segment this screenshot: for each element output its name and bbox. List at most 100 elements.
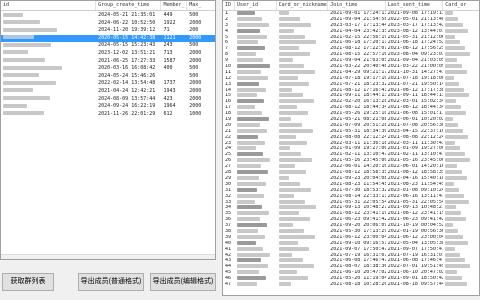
redacted-block <box>445 223 454 228</box>
redacted-block <box>278 69 315 74</box>
redacted-block <box>236 22 269 27</box>
table-cell: 1922 <box>163 19 176 26</box>
table-cell: 2021-08-18 09:57:44 <box>387 281 444 287</box>
table-row[interactable]: 2021-06-25 17:27:33 1587 2000 <box>1 58 215 66</box>
redacted-block <box>236 11 255 15</box>
col-join-time[interactable]: Join_time <box>328 1 386 10</box>
col-user-id[interactable]: User_id <box>235 1 277 10</box>
redacted-block <box>236 117 269 122</box>
table-row[interactable]: 2024-06-22 10:52:50 1922 2000 <box>1 20 215 28</box>
redacted-block <box>445 181 455 186</box>
group-list-body: 2024-05-21 21:35:01 449 500 2024-06-22 10:5… <box>1 11 215 259</box>
table-row[interactable]: 2021-04-24 12:42:21 1943 2000 <box>1 88 215 96</box>
redacted-block <box>278 181 300 186</box>
col-id[interactable]: id <box>1 1 97 10</box>
redacted-block <box>236 193 264 198</box>
get-group-list-button[interactable]: 获取群列表 <box>2 273 54 291</box>
redacted-block <box>278 193 294 198</box>
redacted-block <box>278 217 310 222</box>
col-max[interactable]: Max_ <box>187 1 215 10</box>
redacted-block <box>278 122 302 127</box>
table-cell: 1943 <box>163 87 176 94</box>
table-cell <box>1 35 96 43</box>
redacted-block <box>278 164 295 169</box>
redacted-block <box>278 152 301 157</box>
col-group-create-time[interactable]: Group_create_time <box>96 1 162 10</box>
table-cell: 612 <box>163 110 173 117</box>
redacted-block <box>236 223 267 228</box>
redacted-block <box>278 140 307 145</box>
member-list-header: ID User_id Card_or_nickname Join_time La… <box>223 1 479 11</box>
table-row[interactable]: 2020-03-16 16:08:42 400 500 <box>1 65 215 73</box>
redacted-block <box>445 276 463 281</box>
table-row[interactable]: 47 2021-08-18 10:28:26 2021-08-18 09:57:44 <box>223 281 479 288</box>
col-card-or-nickname[interactable]: Card_or_nickname <box>277 1 329 10</box>
table-cell: 2021-11-26 22:01:29 <box>98 110 156 117</box>
col-member[interactable]: Member_ <box>161 1 188 10</box>
table-row[interactable]: 2024-05-15 15:23:43 243 500 <box>1 42 215 50</box>
table-row[interactable]: 2024-08-09 13:57:44 423 2000 <box>1 96 215 104</box>
export-members-advanced-button[interactable]: 导出成员(编辑格式) <box>150 273 216 291</box>
redacted-block <box>236 264 268 269</box>
horizontal-scrollbar[interactable] <box>1 254 215 259</box>
table-row[interactable]: 2023-12-02 13:51:21 713 2000 <box>1 50 215 58</box>
redacted-block <box>278 75 298 80</box>
table-row[interactable]: 2022-02-14 13:54:48 1737 2000 <box>1 80 215 88</box>
redacted-block <box>445 252 461 257</box>
table-cell: 500 <box>189 42 199 49</box>
redacted-block <box>236 87 266 92</box>
redacted-block <box>236 205 262 210</box>
member-list-table[interactable]: ID User_id Card_or_nickname Join_time La… <box>222 0 480 296</box>
table-row[interactable]: 2024-05-21 21:35:01 449 500 <box>1 12 215 20</box>
redacted-block <box>236 152 263 157</box>
export-members-normal-button[interactable]: 导出成员(普通格式) <box>78 273 144 291</box>
table-cell <box>1 65 96 73</box>
redacted-block <box>236 122 260 127</box>
redacted-block <box>278 46 299 51</box>
redacted-block <box>445 122 459 127</box>
redacted-block <box>236 234 265 239</box>
table-row[interactable]: 2021-11-26 22:01:29 612 1000 <box>1 111 215 119</box>
table-cell <box>1 73 96 81</box>
redacted-block <box>445 211 462 216</box>
table-cell: 1737 <box>163 80 176 87</box>
redacted-block <box>236 164 261 169</box>
redacted-block <box>236 140 265 145</box>
table-row[interactable]: 2024-09-24 16:22:19 1964 2000 <box>1 103 215 111</box>
redacted-block <box>445 81 460 86</box>
redacted-block <box>278 252 292 257</box>
table-cell: 2024-09-24 16:22:19 <box>98 103 156 110</box>
group-list-table[interactable]: id Group_create_time Member_ Max_ 2024-0… <box>0 0 216 260</box>
redacted-block <box>445 146 461 151</box>
table-row[interactable]: 2024-11-20 19:39:12 71 200 <box>1 27 215 35</box>
redacted-block <box>445 158 471 163</box>
redacted-block <box>236 111 262 116</box>
redacted-block <box>278 234 315 239</box>
redacted-block <box>445 240 469 245</box>
table-row[interactable]: 2024-05-24 15:46:26 500 <box>1 73 215 81</box>
redacted-block <box>236 69 261 74</box>
redacted-block <box>236 158 270 163</box>
col-ID[interactable]: ID <box>223 1 235 10</box>
col-card-or[interactable]: Card_or <box>443 1 479 10</box>
redacted-block <box>445 246 456 251</box>
redacted-block <box>236 187 257 192</box>
redacted-block <box>278 146 290 151</box>
table-cell: 2021-04-24 12:42:21 <box>98 87 156 94</box>
table-cell: 2022-02-14 13:54:48 <box>98 80 156 87</box>
table-row[interactable]: 2020-05-15 14:42:38 1121 2000 <box>1 34 215 43</box>
redacted-block <box>278 187 311 192</box>
table-cell <box>1 111 96 119</box>
table-cell <box>1 88 96 96</box>
redacted-block <box>445 281 468 286</box>
table-cell: 2000 <box>189 49 202 56</box>
redacted-block <box>236 258 261 263</box>
redacted-block <box>278 175 289 180</box>
redacted-block <box>236 240 256 245</box>
redacted-block <box>3 27 57 32</box>
table-cell: 713 <box>163 49 173 56</box>
redacted-block <box>236 16 262 21</box>
redacted-block <box>236 181 266 186</box>
col-last-sent-time[interactable]: Last_sent_time <box>386 1 444 10</box>
redacted-block <box>445 34 456 39</box>
